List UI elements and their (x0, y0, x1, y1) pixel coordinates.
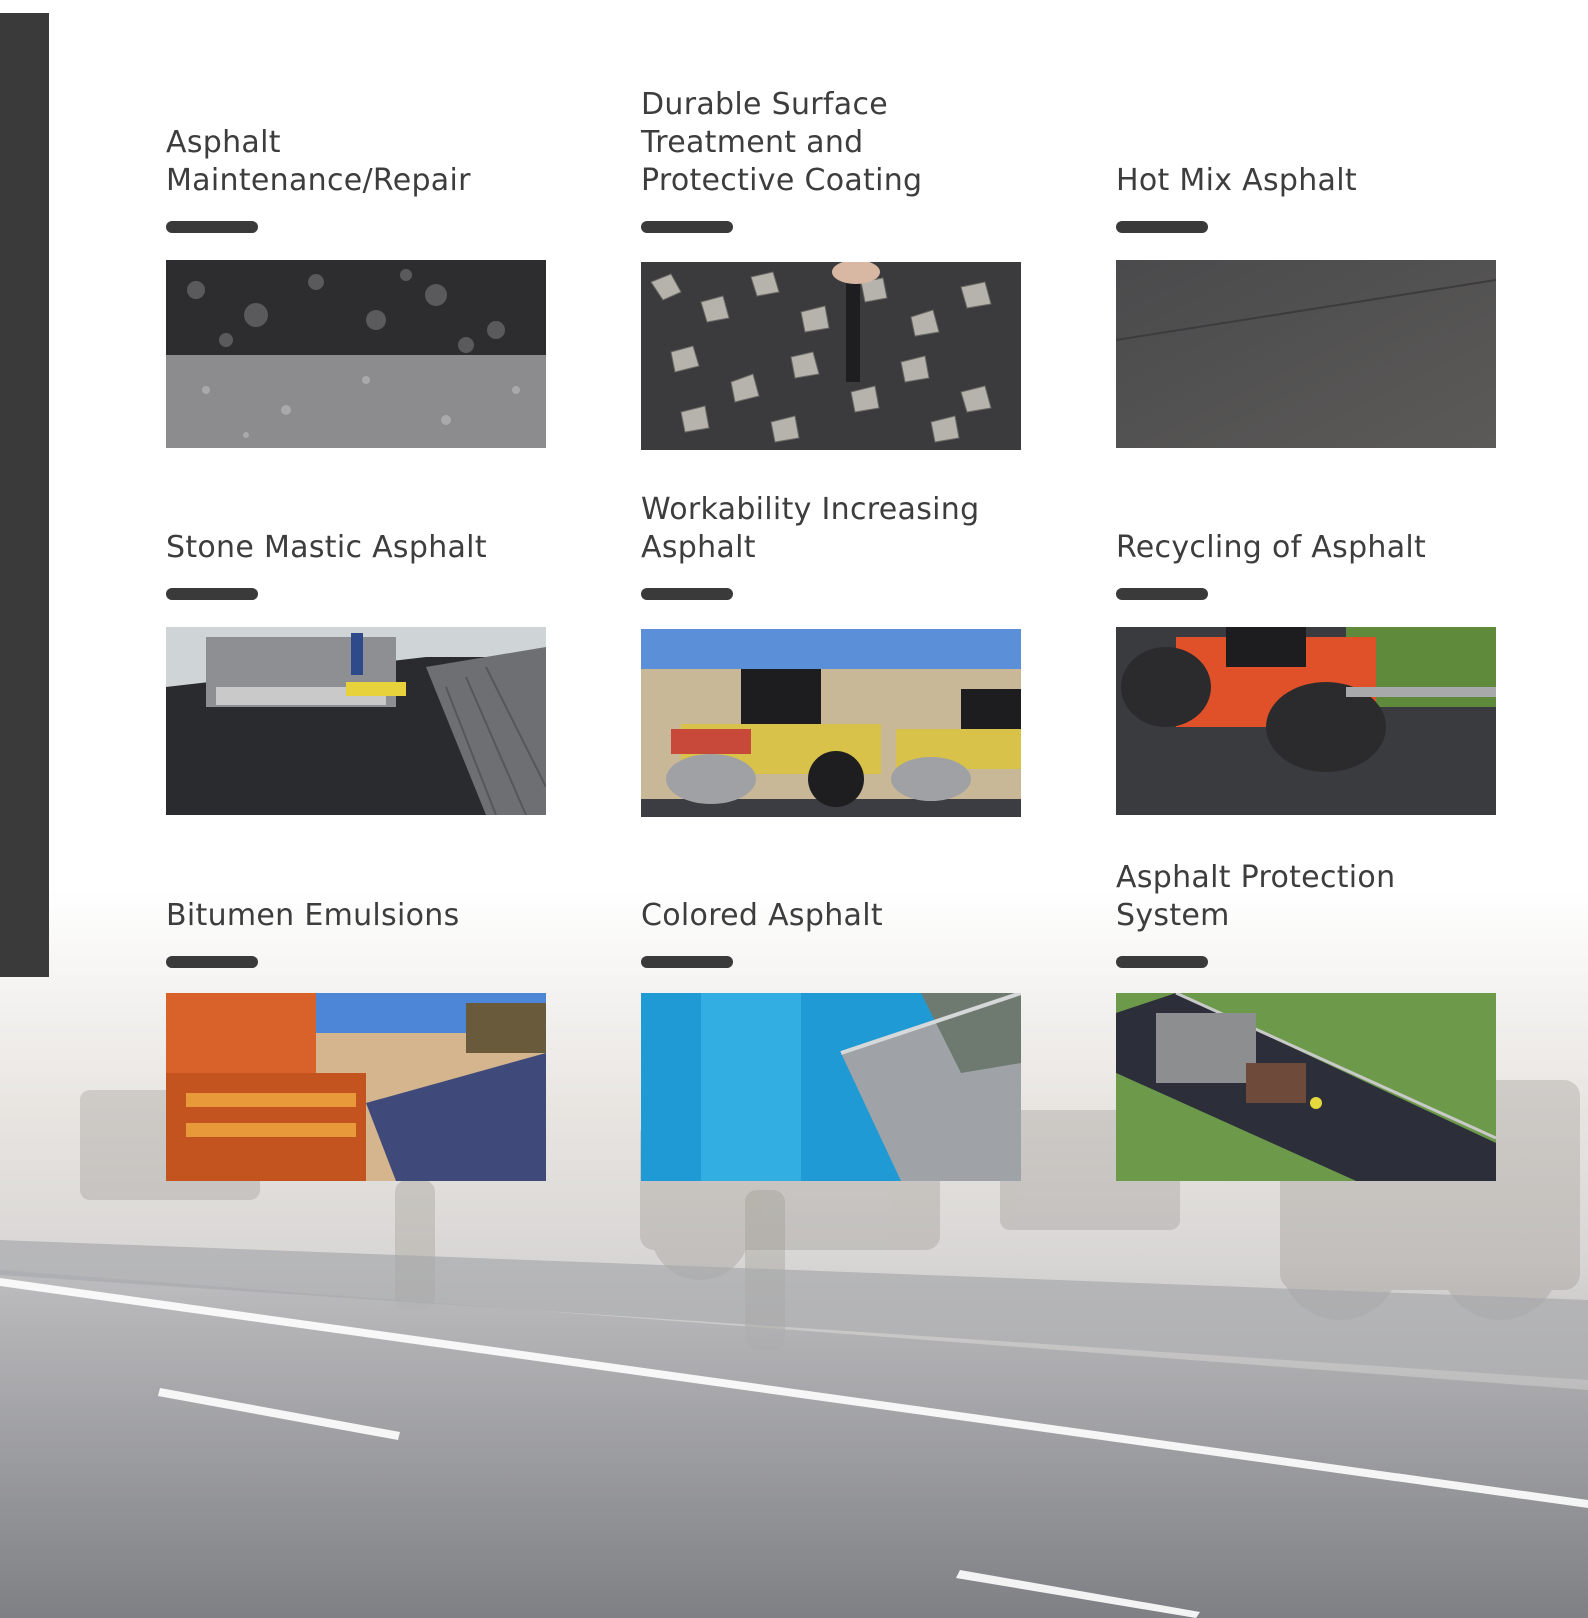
card-hot-mix[interactable]: Hot Mix Asphalt (1116, 80, 1496, 448)
card-title: Stone Mastic Asphalt (166, 530, 487, 565)
card-title-wrap: Colored Asphalt (641, 815, 1021, 935)
card-title-wrap: Bitumen Emulsions (166, 815, 546, 935)
card-durable-surface[interactable]: Durable Surface Treatment and Protective… (641, 80, 1021, 450)
card-asphalt-protection[interactable]: Asphalt Protection System (1116, 815, 1496, 1181)
card-title: Colored Asphalt (641, 898, 883, 933)
card-title: Recycling of Asphalt (1116, 530, 1427, 565)
card-bitumen-emulsions[interactable]: Bitumen Emulsions (166, 815, 546, 1181)
road-rollers-photo (641, 629, 1021, 817)
title-underline (1116, 956, 1208, 968)
card-title: Hot Mix Asphalt (1116, 163, 1357, 198)
card-title-wrap: Asphalt Maintenance/Repair (166, 80, 546, 200)
card-title-wrap: Stone Mastic Asphalt (166, 447, 546, 567)
title-underline (641, 588, 733, 600)
title-underline (1116, 588, 1208, 600)
blue-pigment-photo (641, 993, 1021, 1181)
card-title: Asphalt Protection System (1116, 860, 1396, 933)
title-underline (1116, 221, 1208, 233)
card-title-wrap: Hot Mix Asphalt (1116, 80, 1496, 200)
title-underline (641, 221, 733, 233)
title-underline (166, 221, 258, 233)
card-workability[interactable]: Workability Increasing Asphalt (641, 447, 1021, 817)
card-stone-mastic[interactable]: Stone Mastic Asphalt (166, 447, 546, 815)
card-recycling[interactable]: Recycling of Asphalt (1116, 447, 1496, 815)
title-underline (641, 956, 733, 968)
gravel-photo (641, 262, 1021, 450)
card-title-wrap: Recycling of Asphalt (1116, 447, 1496, 567)
card-title-wrap: Workability Increasing Asphalt (641, 447, 1021, 567)
emulsion-sprayer-photo (166, 993, 546, 1181)
asphalt-surface-photo (166, 260, 546, 448)
card-title-wrap: Durable Surface Treatment and Protective… (641, 80, 1021, 200)
truck-highway-photo (1116, 993, 1496, 1181)
title-underline (166, 588, 258, 600)
card-colored-asphalt[interactable]: Colored Asphalt (641, 815, 1021, 1181)
card-title: Asphalt Maintenance/Repair (166, 125, 471, 198)
paver-photo (166, 627, 546, 815)
card-title-wrap: Asphalt Protection System (1116, 815, 1496, 935)
fresh-asphalt-photo (1116, 260, 1496, 448)
card-title: Bitumen Emulsions (166, 898, 460, 933)
card-title: Workability Increasing Asphalt (641, 492, 980, 565)
card-asphalt-maintenance[interactable]: Asphalt Maintenance/Repair (166, 80, 546, 448)
card-title: Durable Surface Treatment and Protective… (641, 87, 923, 198)
side-accent-bar (0, 13, 49, 977)
title-underline (166, 956, 258, 968)
orange-roller-photo (1116, 627, 1496, 815)
